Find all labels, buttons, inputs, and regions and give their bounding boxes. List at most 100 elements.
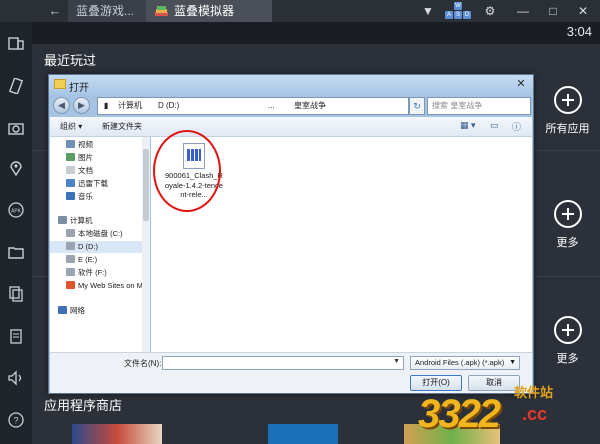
back-arrow-icon[interactable]: ← [44, 0, 66, 22]
preview-pane-icon[interactable]: ▭ [490, 120, 499, 131]
tab-emulator[interactable]: 蓝叠模拟器 [146, 0, 272, 22]
emulator-window: ← 蓝叠游戏... 蓝叠模拟器 ▼ W A S D ⚙ — □ ✕ APK ? … [0, 0, 600, 444]
more-label: 更多 [556, 237, 579, 249]
gear-icon[interactable]: ⚙ [482, 0, 498, 22]
volume-icon[interactable] [8, 370, 24, 386]
nav-item-label: 迅雷下载 [78, 179, 108, 188]
nav-item-label: 文档 [78, 166, 93, 175]
nav-item-drive-c[interactable]: 本地磁盘 (C:) [66, 228, 123, 240]
key-a: A [445, 11, 453, 19]
nav-item-label: 音乐 [78, 192, 93, 201]
forward-button[interactable]: ▶ [73, 97, 90, 114]
more-label: 更多 [556, 353, 579, 365]
svg-text:APK: APK [11, 209, 22, 215]
signal-icon[interactable]: ▼ [420, 0, 436, 22]
organize-button[interactable]: 组织 ▾ [60, 121, 82, 132]
chevron-down-icon[interactable]: ▼ [393, 358, 400, 365]
help-icon[interactable]: ⓘ [512, 120, 521, 133]
nav-item-drive-e[interactable]: E (E:) [66, 254, 97, 266]
network-icon [58, 306, 67, 314]
download-icon [66, 179, 75, 187]
android-status-bar: 3:04 [32, 22, 600, 44]
store-app-thumbnail[interactable] [72, 424, 162, 444]
recent-played-title: 最近玩过 [44, 53, 97, 68]
nav-scrollbar[interactable] [142, 137, 150, 352]
file-type-select[interactable]: Android Files (.apk) (*.apk) ▼ [410, 356, 520, 370]
key-s: S [454, 11, 462, 19]
view-options-icon[interactable]: ▦ ▾ [460, 120, 476, 131]
watermark-suffix: .cc [522, 404, 548, 424]
keymap-wasd-icon[interactable]: W A S D [445, 2, 471, 20]
file-name-input[interactable]: ▼ [162, 356, 404, 370]
more-button[interactable]: 更多 [535, 200, 600, 250]
multi-window-icon[interactable] [8, 36, 24, 52]
nav-item-web-sites[interactable]: My Web Sites on MSN [66, 280, 142, 292]
msn-icon [66, 281, 75, 289]
breadcrumb-current-folder[interactable]: 皇室战争 [294, 98, 326, 114]
folder-icon: ▮ [104, 101, 109, 110]
file-name-label: 文件名(N): [124, 359, 162, 368]
chevron-down-icon: ▼ [509, 359, 516, 366]
plus-icon [553, 86, 582, 114]
picture-icon [66, 153, 75, 161]
dialog-title-bar: 打开 ✕ [49, 75, 533, 95]
nav-item-network[interactable]: 网络 [58, 305, 85, 317]
watermark-top-text: 软件站 [514, 385, 554, 400]
plus-icon [553, 316, 582, 344]
nav-item-drive-d[interactable]: D (D:) [50, 241, 142, 253]
breadcrumb-ellipsis[interactable]: ... [268, 98, 275, 114]
breadcrumb-drive-d[interactable]: D (D:) [158, 98, 179, 114]
left-toolbar: APK ? [0, 22, 32, 444]
folder-icon[interactable] [8, 244, 24, 260]
nav-item-label: 本地磁盘 (C:) [78, 229, 123, 238]
address-row: ◀ ▶ ▮ 计算机 D (D:) ... 皇室战争 ↻ 搜索 皇室战争 [53, 95, 531, 117]
back-button[interactable]: ◀ [53, 97, 70, 114]
copy-icon[interactable] [8, 286, 24, 302]
key-w: W [454, 2, 462, 10]
apk-install-icon[interactable]: APK [8, 202, 24, 218]
navigation-pane: 视频 图片 文档 迅雷下载 音乐 计算机 本地磁盘 (C:) D (D:) E … [50, 137, 150, 352]
watermark-number: 3322 [418, 392, 501, 436]
nav-item-label: 视频 [78, 140, 93, 149]
search-input[interactable]: 搜索 皇室战争 [427, 97, 531, 115]
help-icon[interactable]: ? [8, 412, 24, 428]
store-app-thumbnail[interactable] [268, 424, 338, 444]
all-apps-button[interactable]: 所有应用 [535, 86, 600, 136]
nav-item-drive-f[interactable]: 软件 (F:) [66, 267, 107, 279]
nav-item-label: 网络 [70, 306, 85, 315]
maximize-icon[interactable]: □ [545, 0, 561, 22]
highlight-circle [153, 130, 221, 212]
nav-item-computer[interactable]: 计算机 [58, 215, 93, 227]
nav-item-xunlei-downloads[interactable]: 迅雷下载 [66, 178, 108, 190]
key-d: D [463, 11, 471, 19]
new-folder-button[interactable]: 新建文件夹 [102, 121, 142, 132]
more-button[interactable]: 更多 [535, 316, 600, 366]
address-bar[interactable]: ▮ 计算机 D (D:) ... 皇室战争 [97, 97, 409, 115]
nav-item-label: D (D:) [78, 242, 98, 251]
computer-icon [58, 216, 67, 224]
file-type-value: Android Files (.apk) (*.apk) [415, 358, 505, 367]
close-icon[interactable]: ✕ [575, 0, 591, 22]
breadcrumb-computer[interactable]: 计算机 [118, 98, 142, 114]
tab-games[interactable]: 蓝叠游戏... [68, 0, 146, 22]
nav-item-label: 计算机 [70, 216, 93, 225]
svg-text:?: ? [13, 416, 18, 426]
minimize-icon[interactable]: — [515, 0, 531, 22]
nav-item-label: E (E:) [78, 255, 98, 264]
drive-icon [66, 229, 75, 237]
nav-item-music[interactable]: 音乐 [66, 191, 93, 203]
document-icon [66, 166, 75, 174]
paste-icon[interactable] [8, 328, 24, 344]
refresh-icon[interactable]: ↻ [409, 97, 425, 115]
clock: 3:04 [566, 24, 592, 39]
nav-item-videos[interactable]: 视频 [66, 139, 93, 151]
nav-item-pictures[interactable]: 图片 [66, 152, 93, 164]
rotate-icon[interactable] [8, 77, 24, 95]
dialog-toolbar: 组织 ▾ 新建文件夹 ▦ ▾ ▭ ⓘ [50, 117, 532, 137]
nav-item-documents[interactable]: 文档 [66, 165, 93, 177]
location-icon[interactable] [8, 160, 24, 177]
bluestacks-logo-icon [155, 6, 168, 16]
camera-icon[interactable] [8, 120, 24, 136]
dialog-close-button[interactable]: ✕ [513, 77, 529, 91]
scroll-thumb[interactable] [143, 149, 149, 221]
